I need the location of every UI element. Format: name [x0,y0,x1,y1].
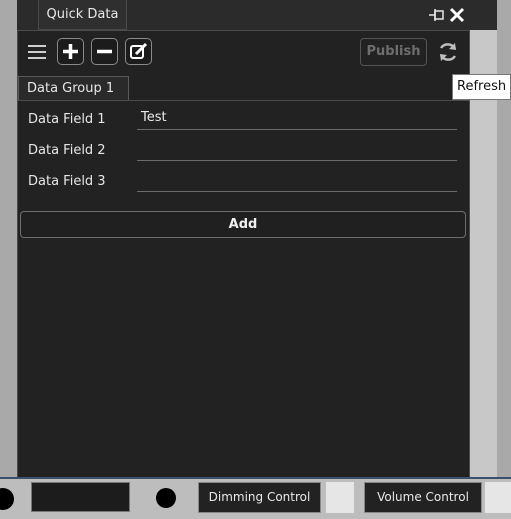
tab-data-group-1[interactable]: Data Group 1 [18,76,129,101]
field-input-3[interactable] [137,170,457,192]
field-label-3: Data Field 3 [28,174,106,189]
publish-button[interactable]: Publish [360,38,427,66]
close-icon[interactable] [448,4,466,24]
field-input-1[interactable]: Test [137,108,457,130]
field-input-2[interactable] [137,139,457,161]
add-button-icon[interactable] [57,38,84,65]
bottom-panel-cell [31,482,130,512]
pin-icon[interactable] [426,6,446,24]
indicator-dot [156,488,176,508]
field-label-2: Data Field 2 [28,143,106,158]
field-label-1: Data Field 1 [28,112,106,127]
dimming-control-button[interactable]: Dimming Control [198,482,321,513]
bottom-gap [326,482,354,513]
hamburger-menu-icon[interactable] [24,40,50,64]
volume-control-button[interactable]: Volume Control [364,482,482,513]
refresh-tooltip: Refresh [452,74,511,100]
add-button[interactable]: Add [20,211,466,238]
refresh-icon[interactable] [436,40,460,64]
right-background [497,0,511,478]
quick-data-tab[interactable]: Quick Data [38,0,127,30]
group-divider [18,100,469,101]
edit-icon[interactable] [125,38,152,65]
bottom-gap [485,482,511,513]
left-background [0,0,17,478]
minus-icon[interactable] [91,38,118,65]
